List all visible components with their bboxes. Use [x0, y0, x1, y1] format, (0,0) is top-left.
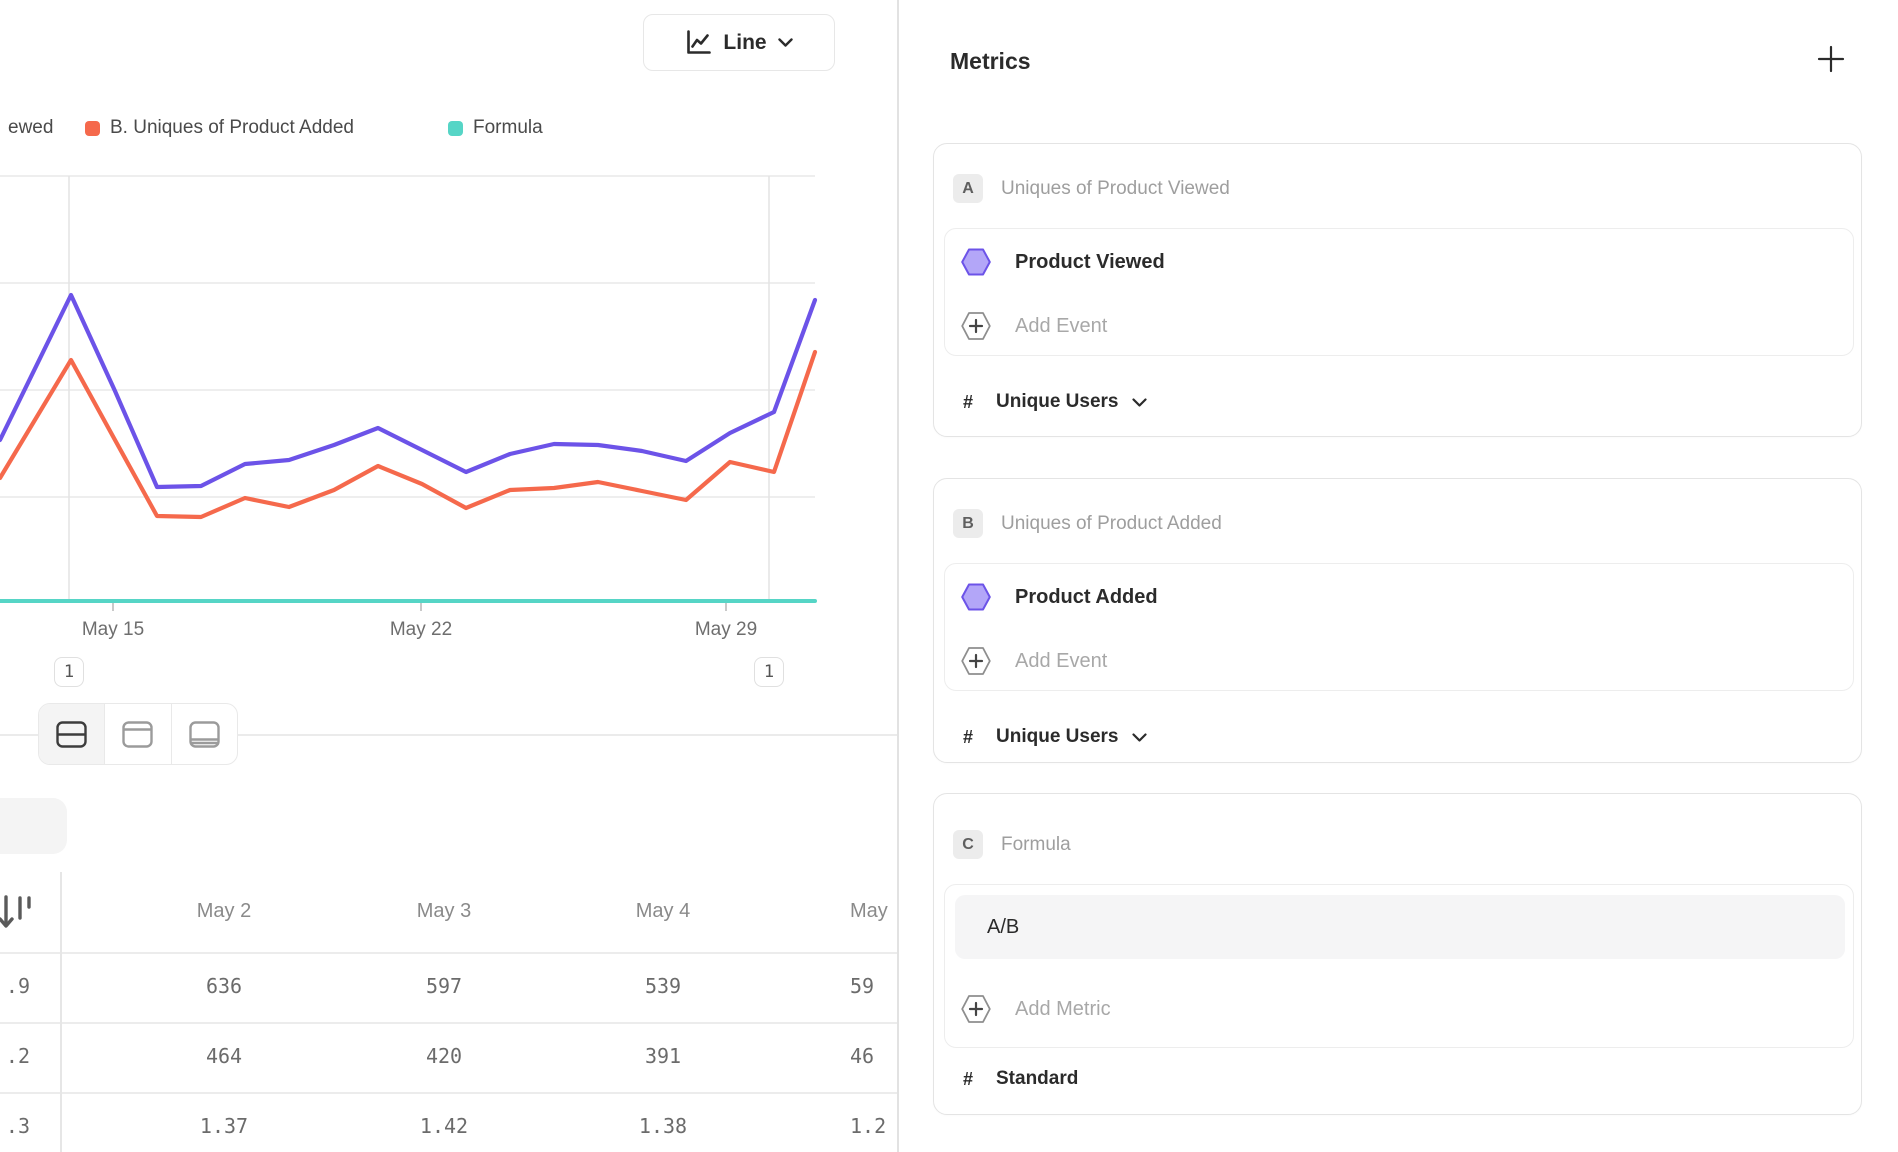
- formula-type-selector[interactable]: # Standard: [934, 1065, 1861, 1093]
- metric-title[interactable]: Formula: [1001, 830, 1071, 859]
- formula-section: A/B Add Metric: [944, 884, 1854, 1048]
- footer-bottom-icon: [189, 721, 220, 748]
- event-list: Product Viewed Add Event: [944, 228, 1854, 356]
- table-cell-clipped: 1.2: [850, 1114, 897, 1138]
- layout-option-chart-only[interactable]: [104, 704, 170, 764]
- metric-title[interactable]: Uniques of Product Added: [1001, 509, 1222, 538]
- add-event-hexagon-icon: [961, 310, 991, 342]
- chevron-down-icon: [778, 38, 793, 47]
- metric-title[interactable]: Uniques of Product Viewed: [1001, 174, 1230, 203]
- table-header-clipped[interactable]: May: [850, 900, 897, 923]
- table-cell-clipped: 59: [850, 974, 897, 998]
- metric-card-b: B Uniques of Product Added Product Added Ad…: [933, 478, 1862, 763]
- table-cell: 539: [583, 974, 743, 998]
- hash-icon: #: [963, 1069, 973, 1090]
- add-metric-row[interactable]: Add Metric: [945, 993, 1853, 1025]
- aggregation-label: Unique Users: [996, 726, 1147, 748]
- event-row[interactable]: Product Viewed: [945, 248, 1853, 276]
- annotation-count-badge[interactable]: 1: [54, 657, 84, 687]
- table-header-may-2[interactable]: May 2: [144, 900, 304, 923]
- add-metric-hexagon-icon: [961, 993, 991, 1025]
- x-axis-label: May 15: [82, 619, 144, 640]
- line-chart[interactable]: May 15 May 22 May 29: [0, 160, 897, 650]
- annotation-count-badge[interactable]: 1: [754, 657, 784, 687]
- formula-input[interactable]: A/B: [955, 895, 1845, 959]
- metric-card-a: A Uniques of Product Viewed Product Viewed…: [933, 143, 1862, 437]
- event-list: Product Added Add Event: [944, 563, 1854, 691]
- metric-letter-badge: A: [953, 174, 983, 203]
- x-axis-label: May 22: [390, 619, 452, 640]
- table-cell-leftcol-partial: .9: [0, 974, 30, 998]
- layout-toggle-group: [38, 703, 238, 765]
- add-event-row[interactable]: Add Event: [945, 310, 1853, 342]
- chart-report-region: Line ewed B. Uniques of Product Added Fo…: [0, 0, 897, 1152]
- series-product-viewed-line[interactable]: [0, 295, 815, 487]
- sort-descending-icon[interactable]: [0, 893, 32, 933]
- table-cell: 636: [144, 974, 304, 998]
- legend-swatch-teal: [448, 121, 463, 136]
- add-event-hexagon-icon: [961, 645, 991, 677]
- metric-letter-badge: C: [953, 830, 983, 859]
- table-column-divider: [60, 872, 62, 1152]
- table-header-may-4[interactable]: May 4: [583, 900, 743, 923]
- chart-legend: ewed B. Uniques of Product Added Formula: [0, 112, 897, 144]
- legend-item-a-clipped[interactable]: ewed: [8, 112, 53, 144]
- layout-option-table-only[interactable]: [171, 704, 237, 764]
- add-event-row[interactable]: Add Event: [945, 645, 1853, 677]
- table-cell: 1.38: [583, 1114, 743, 1138]
- table-cell: 391: [583, 1044, 743, 1068]
- aggregation-label: Unique Users: [996, 391, 1147, 413]
- metrics-panel-title: Metrics: [950, 48, 1031, 75]
- legend-item-b[interactable]: B. Uniques of Product Added: [85, 112, 354, 144]
- metric-letter-badge: B: [953, 509, 983, 538]
- header-top-icon: [122, 721, 153, 748]
- metrics-panel: Metrics A Uniques of Product Viewed Produc…: [899, 0, 1898, 1152]
- chart-type-button[interactable]: Line: [643, 14, 835, 71]
- aggregation-selector[interactable]: # Unique Users: [934, 723, 1861, 751]
- table-cell: 597: [364, 974, 524, 998]
- add-metric-plus-icon[interactable]: [1816, 44, 1846, 74]
- chart-type-label: Line: [723, 31, 766, 55]
- event-hexagon-icon: [961, 583, 991, 611]
- table-cell: 1.37: [144, 1114, 304, 1138]
- chevron-down-icon: [1132, 398, 1147, 407]
- metric-card-c: C Formula A/B Add Metric # Standard: [933, 793, 1862, 1115]
- table-row-separator: [0, 1092, 897, 1094]
- table-cell-leftcol-partial: .2: [0, 1044, 30, 1068]
- formula-type-label: Standard: [996, 1068, 1078, 1090]
- x-axis-label: May 29: [695, 619, 757, 640]
- event-hexagon-icon: [961, 248, 991, 276]
- split-horizontal-icon: [56, 721, 87, 748]
- legend-swatch-orange: [85, 121, 100, 136]
- table-row-separator: [0, 1022, 897, 1024]
- hash-icon: #: [963, 392, 973, 413]
- table-cell-clipped: 46: [850, 1044, 897, 1068]
- aggregation-selector[interactable]: # Unique Users: [934, 388, 1861, 416]
- table-header-may-3[interactable]: May 3: [364, 900, 524, 923]
- layout-option-split[interactable]: [39, 704, 104, 764]
- table-cell: 1.42: [364, 1114, 524, 1138]
- table-cell: 420: [364, 1044, 524, 1068]
- line-chart-icon: [685, 29, 712, 56]
- chevron-down-icon: [1132, 733, 1147, 742]
- event-row[interactable]: Product Added: [945, 583, 1853, 611]
- series-product-added-line[interactable]: [0, 352, 815, 517]
- formula-value: A/B: [987, 895, 1019, 959]
- table-row-separator: [0, 952, 897, 954]
- table-cell: 464: [144, 1044, 304, 1068]
- table-cell-leftcol-partial: .3: [0, 1114, 30, 1138]
- table-tab-button-clipped[interactable]: [0, 798, 67, 854]
- hash-icon: #: [963, 727, 973, 748]
- legend-item-formula[interactable]: Formula: [448, 112, 543, 144]
